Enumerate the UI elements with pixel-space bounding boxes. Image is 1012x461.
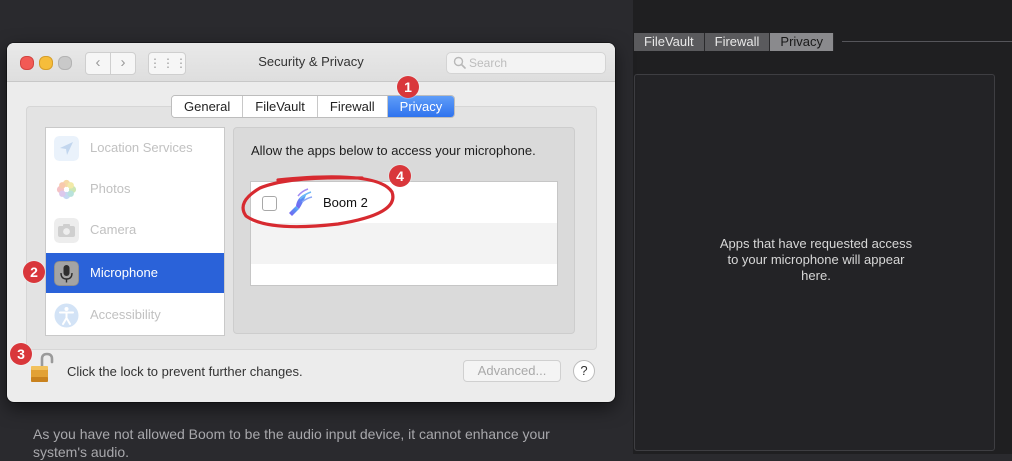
window-titlebar: ‹ › ⋮⋮⋮ Security & Privacy xyxy=(7,43,615,82)
zoom-window-button[interactable] xyxy=(58,56,72,70)
highlight-ellipse-annotation xyxy=(241,175,395,229)
privacy-item-label: Location Services xyxy=(90,140,193,155)
background-tab-divider xyxy=(842,41,1012,42)
preference-tabs: General FileVault Firewall Privacy xyxy=(171,95,456,118)
privacy-item-accessibility[interactable]: Accessibility xyxy=(46,295,224,335)
chevron-right-icon: › xyxy=(120,54,126,71)
photos-flower-icon xyxy=(56,179,77,200)
search-input[interactable] xyxy=(469,54,599,72)
privacy-item-label: Accessibility xyxy=(90,307,161,322)
privacy-category-list: Location Services Photos Camera Micropho… xyxy=(45,127,225,336)
microphone-access-prompt: Allow the apps below to access your micr… xyxy=(251,143,536,158)
bg-tab-firewall[interactable]: Firewall xyxy=(704,33,771,51)
annotation-badge-3: 3 xyxy=(10,343,32,365)
back-button[interactable]: ‹ xyxy=(85,52,111,75)
forward-button[interactable]: › xyxy=(110,52,136,75)
annotation-badge-1: 1 xyxy=(397,76,419,98)
location-arrow-icon xyxy=(54,136,79,161)
privacy-item-label: Camera xyxy=(90,222,137,237)
empty-message-line: to your microphone will appear xyxy=(727,252,905,267)
note-line: As you have not allowed Boom to be the a… xyxy=(33,426,550,442)
tab-general[interactable]: General xyxy=(172,96,244,117)
grid-icon: ⋮⋮⋮ xyxy=(149,56,188,70)
privacy-item-label: Photos xyxy=(90,181,131,196)
lock-instruction-text: Click the lock to prevent further change… xyxy=(67,364,303,379)
close-window-button[interactable] xyxy=(20,56,34,70)
privacy-item-microphone[interactable]: Microphone xyxy=(46,253,224,293)
search-field[interactable] xyxy=(446,52,606,74)
empty-message-line: Apps that have requested access xyxy=(719,236,913,251)
note-line: system's audio. xyxy=(33,444,130,460)
privacy-item-camera[interactable]: Camera xyxy=(46,210,224,250)
empty-message-line: here. xyxy=(801,268,831,283)
bg-tab-filevault[interactable]: FileVault xyxy=(634,33,705,51)
unlocked-padlock-icon[interactable] xyxy=(29,352,55,384)
chevron-left-icon: ‹ xyxy=(95,54,101,71)
bg-tab-privacy[interactable]: Privacy xyxy=(770,33,835,51)
annotation-badge-2: 2 xyxy=(23,261,45,283)
microphone-icon xyxy=(54,261,79,286)
help-button[interactable]: ? xyxy=(573,360,595,382)
minimize-window-button[interactable] xyxy=(39,56,53,70)
annotation-badge-4: 4 xyxy=(389,165,411,187)
tab-privacy[interactable]: Privacy xyxy=(387,96,455,117)
search-icon xyxy=(453,56,466,69)
background-empty-message: Apps that have requested access to your … xyxy=(640,236,992,284)
camera-icon xyxy=(54,218,79,243)
privacy-item-label: Microphone xyxy=(90,265,158,280)
tab-firewall[interactable]: Firewall xyxy=(317,96,388,117)
privacy-item-location-services[interactable]: Location Services xyxy=(46,128,224,168)
background-tab-bar: FileVault Firewall Privacy xyxy=(634,33,835,51)
tab-filevault[interactable]: FileVault xyxy=(243,96,318,117)
background-note-text: As you have not allowed Boom to be the a… xyxy=(33,425,593,461)
show-all-button[interactable]: ⋮⋮⋮ xyxy=(148,52,188,75)
privacy-item-photos[interactable]: Photos xyxy=(46,169,224,209)
accessibility-icon xyxy=(54,303,79,328)
window-title: Security & Privacy xyxy=(258,54,364,69)
advanced-button[interactable]: Advanced... xyxy=(463,360,561,382)
